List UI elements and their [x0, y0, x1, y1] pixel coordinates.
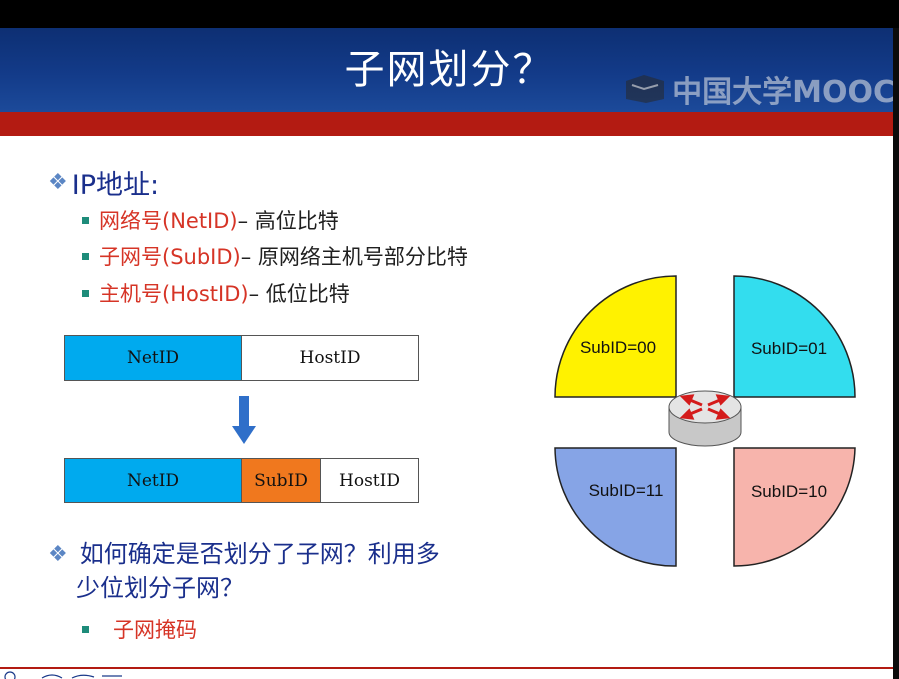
question-line-1: ❖ 如何确定是否划分了子网？利用多	[48, 537, 440, 571]
bullet-subnet-mask: 子网掩码	[82, 614, 197, 644]
square-bullet-icon	[82, 252, 89, 260]
field-hostid-after: HostID	[320, 458, 419, 503]
ip-heading: IP地址:	[71, 170, 160, 201]
right-edge-strip	[893, 28, 899, 679]
quadrant-subid-11	[554, 447, 677, 567]
bullet-subid: 子网号(SubID) – 原网络主机号部分比特	[82, 241, 468, 271]
watermark-text: 中国大学MOOC	[672, 75, 895, 110]
square-bullet-icon	[82, 216, 89, 224]
footer-logo-icon	[4, 671, 122, 679]
hostid-label: 主机号(HostID)	[99, 282, 249, 306]
mooc-logo-icon	[626, 75, 665, 103]
subnet-mask-label: 子网掩码	[113, 618, 197, 642]
footer-red-line	[0, 667, 893, 669]
question-line-2: 少位划分子网？	[76, 571, 244, 605]
router-icon	[668, 390, 742, 447]
bullet-hostid: 主机号(HostID) – 低位比特	[82, 278, 350, 308]
question-text-1: 如何确定是否划分了子网？利用多	[79, 540, 440, 568]
diamond-bullet-icon: ❖	[48, 170, 68, 195]
quadrant-label-00: SubID=00	[580, 338, 656, 357]
quadrant-subid-10	[733, 447, 856, 567]
title-red-band	[0, 112, 893, 136]
subnet-quadrant-diagram: SubID=00 SubID=01 SubID=11 SubID=10	[554, 275, 856, 567]
quadrant-label-01: SubID=01	[751, 339, 827, 358]
netid-desc: – 高位比特	[237, 209, 339, 233]
quadrant-subid-01	[733, 275, 856, 398]
question-text-2: 少位划分子网？	[76, 574, 244, 602]
square-bullet-icon	[82, 289, 89, 297]
field-hostid-before: HostID	[241, 335, 419, 381]
bullet-netid: 网络号(NetID) – 高位比特	[82, 205, 339, 235]
quadrant-label-11: SubID=11	[589, 481, 664, 500]
square-bullet-icon	[82, 625, 89, 633]
field-netid-before: NetID	[64, 335, 242, 381]
quadrant-label-10: SubID=10	[751, 482, 827, 501]
ip-heading-row: ❖ IP地址:	[48, 163, 159, 202]
field-netid-after: NetID	[64, 458, 242, 503]
watermark: 中国大学MOOC	[624, 66, 895, 112]
diamond-bullet-icon: ❖	[48, 541, 68, 567]
subid-label: 子网号(SubID)	[99, 245, 241, 269]
netid-label: 网络号(NetID)	[99, 209, 238, 233]
subid-desc: – 原网络主机号部分比特	[240, 245, 468, 269]
down-arrow-icon	[232, 396, 256, 444]
top-black-bar	[0, 0, 899, 28]
quadrant-subid-00	[554, 275, 677, 398]
hostid-desc: – 低位比特	[248, 282, 350, 306]
field-subid-after: SubID	[241, 458, 321, 503]
